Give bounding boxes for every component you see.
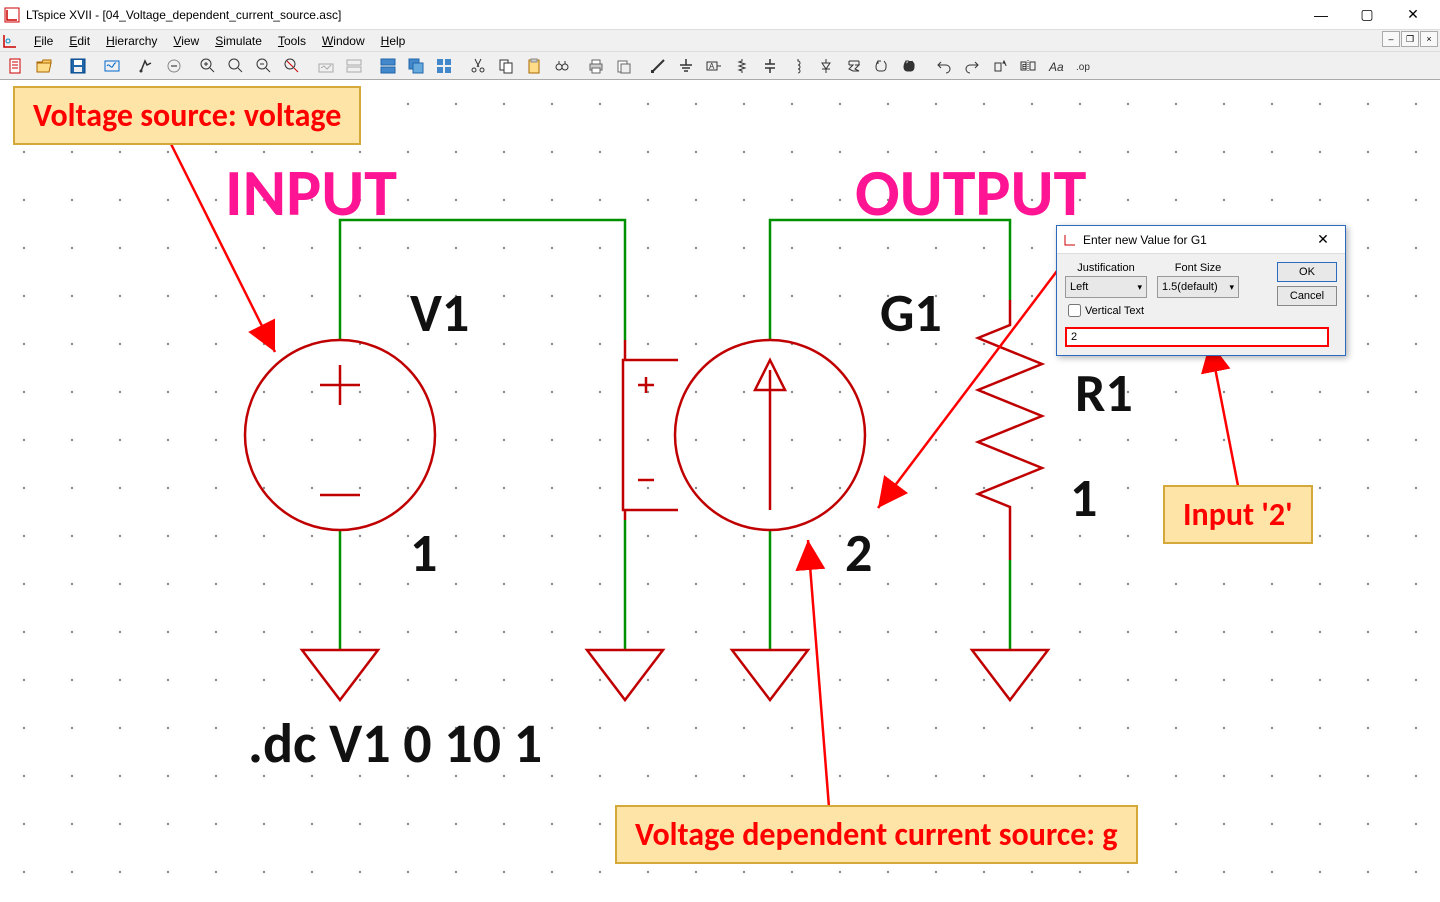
text-icon[interactable]: Aa bbox=[1043, 54, 1069, 78]
justification-select[interactable]: Left bbox=[1065, 276, 1147, 298]
wire-icon[interactable] bbox=[645, 54, 671, 78]
ground-icon[interactable] bbox=[673, 54, 699, 78]
svg-text:A: A bbox=[709, 62, 715, 71]
zoom-out-icon[interactable] bbox=[251, 54, 277, 78]
diode-icon[interactable] bbox=[813, 54, 839, 78]
tile-icon[interactable] bbox=[341, 54, 367, 78]
drag-icon[interactable] bbox=[897, 54, 923, 78]
new-schematic-icon[interactable] bbox=[3, 54, 29, 78]
dialog-app-icon bbox=[1063, 233, 1077, 247]
toolbar: A E Aa .op bbox=[0, 52, 1440, 80]
menu-edit[interactable]: Edit bbox=[61, 32, 98, 50]
zoom-fit-icon[interactable] bbox=[279, 54, 305, 78]
print-setup-icon[interactable] bbox=[611, 54, 637, 78]
mirror-icon[interactable]: E bbox=[1015, 54, 1041, 78]
vertical-text-checkbox[interactable]: Vertical Text bbox=[1068, 304, 1144, 317]
menu-tools[interactable]: Tools bbox=[270, 32, 314, 50]
halt-icon[interactable] bbox=[161, 54, 187, 78]
menu-window[interactable]: Window bbox=[314, 32, 373, 50]
control-panel-icon[interactable] bbox=[99, 54, 125, 78]
dialog-close-button[interactable]: ✕ bbox=[1307, 228, 1339, 252]
menu-help[interactable]: Help bbox=[373, 32, 414, 50]
annotation-input2: Input '2' bbox=[1163, 485, 1313, 544]
dialog-title-text: Enter new Value for G1 bbox=[1083, 233, 1307, 247]
value-input[interactable] bbox=[1065, 327, 1329, 347]
svg-text:Aa: Aa bbox=[1048, 60, 1064, 74]
schematic-canvas[interactable]: INPUT OUTPUT V1 1 G1 2 R1 1 .dc V1 0 10 … bbox=[0, 80, 1440, 902]
paste-icon[interactable] bbox=[521, 54, 547, 78]
find-icon[interactable] bbox=[549, 54, 575, 78]
save-icon[interactable] bbox=[65, 54, 91, 78]
move-icon[interactable] bbox=[869, 54, 895, 78]
v1-value-label[interactable]: 1 bbox=[410, 520, 437, 586]
copy-icon[interactable] bbox=[493, 54, 519, 78]
undo-icon[interactable] bbox=[931, 54, 957, 78]
cascade-windows-icon[interactable] bbox=[403, 54, 429, 78]
rotate-icon[interactable] bbox=[987, 54, 1013, 78]
g1-value-label[interactable]: 2 bbox=[845, 520, 872, 586]
cancel-button[interactable]: Cancel bbox=[1277, 286, 1337, 306]
label-output: OUTPUT bbox=[855, 152, 1086, 233]
run-icon[interactable] bbox=[133, 54, 159, 78]
title-bar: LTspice XVII - [04_Voltage_dependent_cur… bbox=[0, 0, 1440, 30]
label-input: INPUT bbox=[225, 152, 397, 233]
print-icon[interactable] bbox=[583, 54, 609, 78]
cut-icon[interactable] bbox=[465, 54, 491, 78]
app-icon bbox=[4, 7, 20, 23]
redo-icon[interactable] bbox=[959, 54, 985, 78]
close-button[interactable]: ✕ bbox=[1390, 0, 1436, 30]
mdi-restore-button[interactable]: ❐ bbox=[1401, 31, 1419, 47]
component-icon[interactable] bbox=[841, 54, 867, 78]
fontsize-select[interactable]: 1.5(default) bbox=[1157, 276, 1239, 298]
menu-hierarchy[interactable]: Hierarchy bbox=[98, 32, 165, 50]
ok-button[interactable]: OK bbox=[1277, 262, 1337, 282]
menu-bar: File Edit Hierarchy View Simulate Tools … bbox=[0, 30, 1440, 52]
mdi-icon bbox=[2, 33, 18, 49]
menu-view[interactable]: View bbox=[165, 32, 207, 50]
svg-text:E: E bbox=[1022, 64, 1027, 71]
r1-value-label[interactable]: 1 bbox=[1070, 465, 1097, 531]
mdi-close-button[interactable]: × bbox=[1420, 31, 1438, 47]
justification-label: Justification bbox=[1077, 262, 1134, 274]
minimize-button[interactable]: — bbox=[1298, 0, 1344, 30]
svg-text:.op: .op bbox=[1076, 62, 1090, 73]
zoom-in-icon[interactable] bbox=[195, 54, 221, 78]
menu-simulate[interactable]: Simulate bbox=[207, 32, 270, 50]
spice-directive-text[interactable]: .dc V1 0 10 1 bbox=[248, 710, 542, 778]
open-icon[interactable] bbox=[31, 54, 57, 78]
spice-directive-icon[interactable]: .op bbox=[1071, 54, 1097, 78]
autorange-icon[interactable] bbox=[313, 54, 339, 78]
window-title: LTspice XVII - [04_Voltage_dependent_cur… bbox=[26, 8, 1298, 22]
close-windows-icon[interactable] bbox=[431, 54, 457, 78]
resistor-icon[interactable] bbox=[729, 54, 755, 78]
capacitor-icon[interactable] bbox=[757, 54, 783, 78]
value-dialog: Enter new Value for G1 ✕ Justification L… bbox=[1056, 225, 1346, 356]
g1-name-label[interactable]: G1 bbox=[880, 280, 942, 346]
r1-name-label[interactable]: R1 bbox=[1075, 360, 1133, 426]
tile-windows-icon[interactable] bbox=[375, 54, 401, 78]
label-icon[interactable]: A bbox=[701, 54, 727, 78]
fontsize-label: Font Size bbox=[1175, 262, 1221, 274]
inductor-icon[interactable] bbox=[785, 54, 811, 78]
mdi-minimize-button[interactable]: – bbox=[1382, 31, 1400, 47]
annotation-voltage-source: Voltage source: voltage bbox=[13, 86, 361, 145]
annotation-vdcs: Voltage dependent current source: g bbox=[615, 805, 1138, 864]
pan-icon[interactable] bbox=[223, 54, 249, 78]
menu-file[interactable]: File bbox=[26, 32, 61, 50]
v1-name-label[interactable]: V1 bbox=[410, 280, 469, 346]
maximize-button[interactable]: ▢ bbox=[1344, 0, 1390, 30]
